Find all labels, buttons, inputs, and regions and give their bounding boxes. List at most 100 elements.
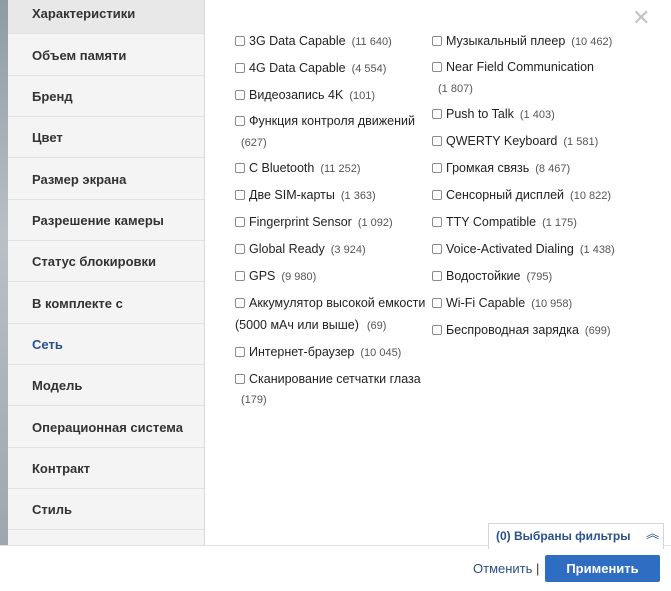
option-video-4k[interactable]: Видеозапись 4K (101) <box>235 85 375 106</box>
option-count: (795) <box>526 271 553 283</box>
option-label: GPS <box>249 269 276 283</box>
option-wireless-charging[interactable]: Беспроводная зарядка (699) <box>432 320 611 341</box>
option-label-continued: (5000 мАч или выше) (69) <box>235 316 386 335</box>
option-voice-dialing[interactable]: Voice-Activated Dialing (1 438) <box>432 239 615 260</box>
option-bluetooth[interactable]: С Bluetooth (11 252) <box>235 158 360 179</box>
checkbox[interactable] <box>235 36 245 46</box>
option-label-line2: (5000 мАч или выше) <box>235 318 359 332</box>
option-count: (10 958) <box>531 298 573 310</box>
option-count: (10 822) <box>570 190 612 202</box>
apply-button[interactable]: Применить <box>545 555 660 582</box>
checkbox[interactable] <box>432 217 442 227</box>
option-count: (1 175) <box>542 217 577 229</box>
checkbox[interactable] <box>235 298 245 308</box>
option-4g-data[interactable]: 4G Data Capable (4 554) <box>235 58 386 79</box>
sidebar-item-characteristics[interactable]: Характеристики <box>8 0 204 34</box>
option-push-to-talk[interactable]: Push to Talk (1 403) <box>432 104 555 125</box>
option-count: (1 092) <box>357 217 393 229</box>
option-label: TTY Compatible <box>446 215 537 229</box>
checkbox[interactable] <box>235 271 245 281</box>
option-label: Громкая связь <box>446 161 530 175</box>
option-3g-data[interactable]: 3G Data Capable (11 640) <box>235 31 392 52</box>
checkbox[interactable] <box>235 63 245 73</box>
option-count: (9 980) <box>281 271 317 283</box>
option-motion-control[interactable]: Функция контроля движений <box>235 111 415 131</box>
option-nfc[interactable]: Near Field Communication <box>432 57 594 77</box>
checkbox[interactable] <box>432 109 442 119</box>
checkbox[interactable] <box>432 190 442 200</box>
option-label: Функция контроля движений <box>249 114 415 128</box>
option-label: 4G Data Capable <box>249 61 346 75</box>
option-count: (11 640) <box>351 36 392 48</box>
checkbox[interactable] <box>235 190 245 200</box>
option-gps[interactable]: GPS (9 980) <box>235 266 316 287</box>
option-wifi[interactable]: Wi-Fi Capable (10 958) <box>432 293 572 314</box>
option-count: (10 462) <box>571 36 613 48</box>
option-retina-scan[interactable]: Сканирование сетчатки глаза <box>235 369 421 389</box>
sidebar-item-network[interactable]: Сеть <box>8 325 204 365</box>
checkbox[interactable] <box>235 163 245 173</box>
option-dual-sim[interactable]: Две SIM-карты (1 363) <box>235 185 376 206</box>
checkbox[interactable] <box>235 116 245 126</box>
sidebar-item-brand[interactable]: Бренд <box>8 77 204 117</box>
sidebar-item-camera-resolution[interactable]: Разрешение камеры <box>8 201 204 241</box>
option-count: (1 363) <box>340 190 376 202</box>
option-tty[interactable]: TTY Compatible (1 175) <box>432 212 577 233</box>
option-label: Global Ready <box>249 242 325 256</box>
cancel-link[interactable]: Отменить <box>473 561 532 576</box>
checkbox[interactable] <box>235 244 245 254</box>
option-label: Водостойкие <box>446 269 521 283</box>
close-icon[interactable]: ✕ <box>632 8 650 30</box>
sidebar-item-model[interactable]: Модель <box>8 366 204 406</box>
sidebar-item-color[interactable]: Цвет <box>8 118 204 158</box>
sidebar-item-lock-status[interactable]: Статус блокировки <box>8 242 204 282</box>
option-label: Музыкальный плеер <box>446 34 566 48</box>
sidebar-item-os[interactable]: Операционная система <box>8 408 204 448</box>
sidebar-item-memory[interactable]: Объем памяти <box>8 36 204 76</box>
sidebar-item-contract[interactable]: Контракт <box>8 449 204 489</box>
option-high-capacity-battery[interactable]: Аккумулятор высокой емкости <box>235 293 425 313</box>
option-count: (10 045) <box>360 347 402 359</box>
checkbox[interactable] <box>432 244 442 254</box>
option-label: Voice-Activated Dialing <box>446 242 574 256</box>
checkbox[interactable] <box>432 325 442 335</box>
checkbox[interactable] <box>432 163 442 173</box>
option-global-ready[interactable]: Global Ready (3 924) <box>235 239 366 260</box>
option-label: Near Field Communication <box>446 60 594 74</box>
option-internet-browser[interactable]: Интернет-браузер (10 045) <box>235 342 401 363</box>
option-count: (101) <box>349 90 376 102</box>
checkbox[interactable] <box>432 62 442 72</box>
option-qwerty[interactable]: QWERTY Keyboard (1 581) <box>432 131 598 152</box>
option-label: Видеозапись 4K <box>249 88 344 102</box>
checkbox[interactable] <box>432 271 442 281</box>
option-label: Аккумулятор высокой емкости <box>249 296 426 310</box>
chevron-up-icon[interactable]: ︽ <box>646 528 659 542</box>
page-backdrop <box>0 0 8 590</box>
separator: | <box>536 561 540 576</box>
checkbox[interactable] <box>235 347 245 357</box>
option-fingerprint[interactable]: Fingerprint Sensor (1 092) <box>235 212 393 233</box>
option-count: (1 438) <box>579 244 615 256</box>
option-music-player[interactable]: Музыкальный плеер (10 462) <box>432 31 612 52</box>
option-count: (1 581) <box>563 136 599 148</box>
option-speakerphone[interactable]: Громкая связь (8 467) <box>432 158 570 179</box>
checkbox[interactable] <box>235 90 245 100</box>
option-touchscreen[interactable]: Сенсорный дисплей (10 822) <box>432 185 611 206</box>
option-label: Push to Talk <box>446 107 514 121</box>
checkbox[interactable] <box>432 136 442 146</box>
sidebar-item-screen-size[interactable]: Размер экрана <box>8 160 204 200</box>
sidebar-item-included[interactable]: В комплекте с <box>8 284 204 324</box>
checkbox[interactable] <box>432 298 442 308</box>
checkbox[interactable] <box>432 36 442 46</box>
sidebar-item-style[interactable]: Стиль <box>8 490 204 530</box>
option-label: QWERTY Keyboard <box>446 134 558 148</box>
option-count: (1 807) <box>438 83 473 95</box>
option-count: (3 924) <box>330 244 366 256</box>
checkbox[interactable] <box>235 374 245 384</box>
checkbox[interactable] <box>235 217 245 227</box>
option-count: (1 403) <box>519 109 555 121</box>
option-count: (11 252) <box>320 163 361 175</box>
option-label: Сканирование сетчатки глаза <box>249 372 421 386</box>
option-waterproof[interactable]: Водостойкие (795) <box>432 266 552 287</box>
selected-filters-label[interactable]: (0) Выбраны фильтры <box>496 529 630 543</box>
